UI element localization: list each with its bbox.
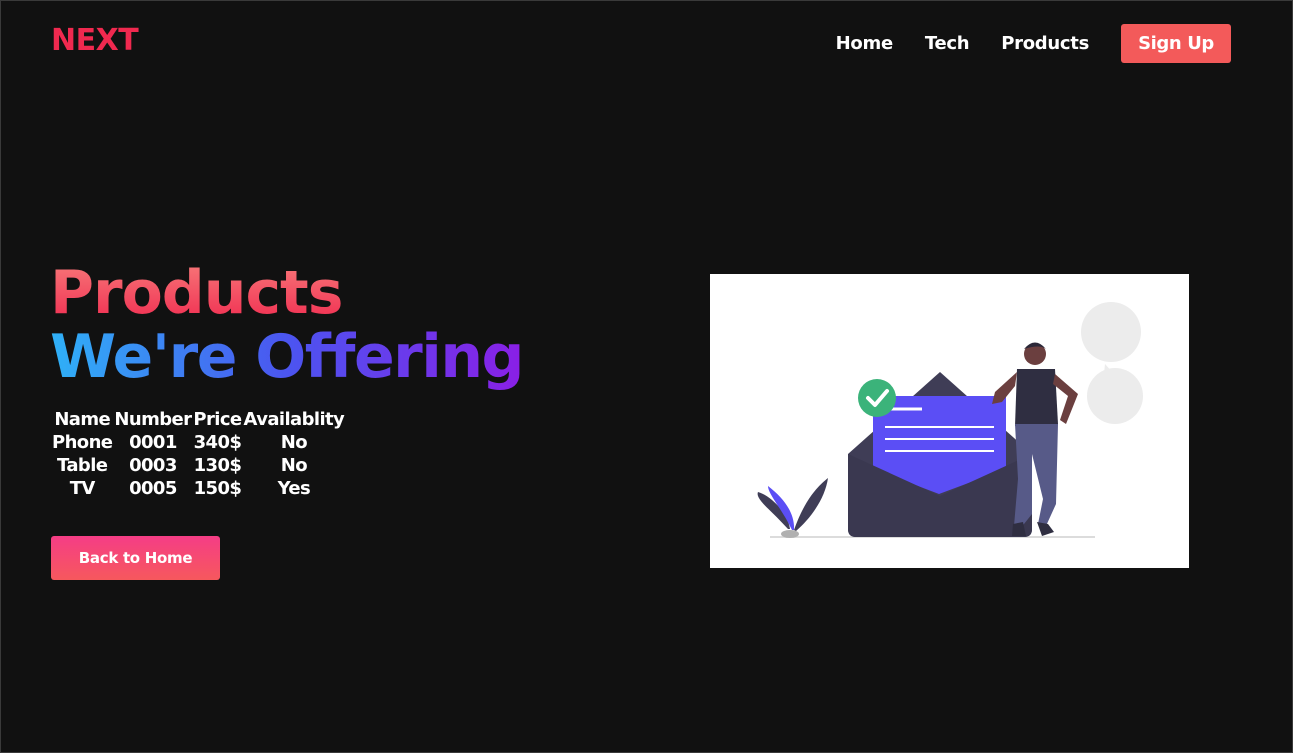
page: NEXT Home Tech Products Sign Up Products… — [0, 0, 1293, 753]
table-row: Table 0003 130$ No — [51, 454, 345, 477]
hero-illustration — [710, 274, 1189, 568]
cell-number: 0001 — [129, 432, 177, 453]
leaf-icon — [757, 478, 828, 538]
sign-up-button[interactable]: Sign Up — [1121, 24, 1231, 63]
table-row: TV 0005 150$ Yes — [51, 477, 345, 500]
cell-price: 340$ — [193, 432, 242, 453]
cell-number: 0005 — [129, 478, 177, 499]
check-circle-icon — [858, 379, 896, 417]
back-to-home-button[interactable]: Back to Home — [51, 536, 220, 580]
mail-sent-illustration — [757, 302, 1143, 538]
cell-number: 0003 — [129, 455, 177, 476]
cell-availability: Yes — [277, 478, 311, 499]
cell-name: Phone — [52, 432, 113, 453]
cell-name: TV — [69, 478, 96, 499]
cell-availability: No — [280, 432, 308, 453]
nav-home-link[interactable]: Home — [836, 25, 894, 63]
cell-price: 130$ — [193, 455, 242, 476]
table-row: Phone 0001 340$ No — [51, 431, 345, 454]
header-name: Name — [54, 409, 111, 430]
top-nav: Home Tech Products Sign Up — [836, 24, 1231, 63]
nav-products-link[interactable]: Products — [1001, 25, 1089, 63]
nav-tech-link[interactable]: Tech — [925, 25, 970, 63]
cell-name: Table — [57, 455, 108, 476]
header-availability: Availablity — [243, 409, 345, 430]
products-table: Name Number Price Availablity Phone 0001… — [51, 408, 345, 500]
hero-title-line1: Products — [50, 258, 343, 328]
table-header-row: Name Number Price Availablity — [51, 408, 345, 431]
cell-availability: No — [280, 455, 308, 476]
cell-price: 150$ — [193, 478, 242, 499]
header-number: Number — [114, 409, 192, 430]
header-price: Price — [193, 409, 242, 430]
balloon-decoration — [1081, 302, 1143, 424]
logo[interactable]: NEXT — [51, 23, 139, 58]
hero-title-line2: We're Offering — [50, 322, 525, 392]
